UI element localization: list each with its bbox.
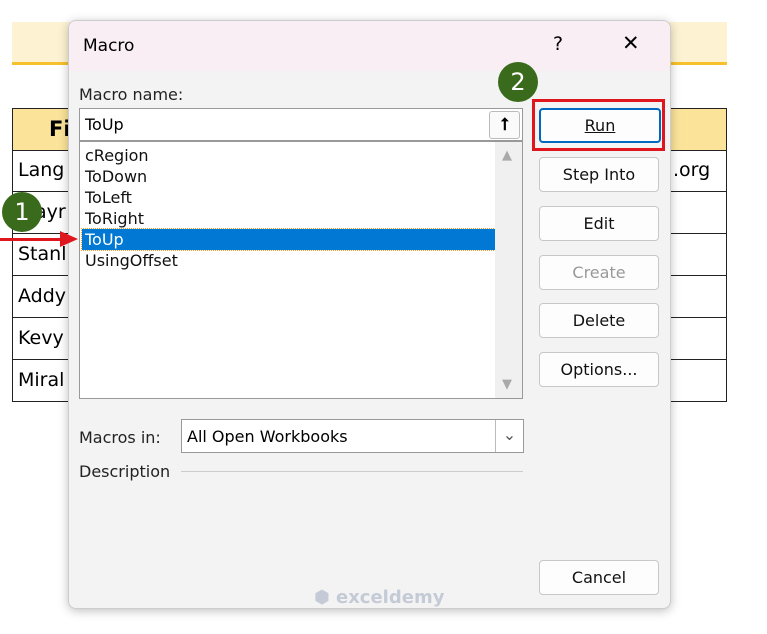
collapse-arrow-up-icon[interactable]: ⭡: [489, 111, 520, 139]
cancel-button[interactable]: Cancel: [539, 560, 659, 595]
list-item[interactable]: ToRight: [82, 208, 495, 229]
create-button: Create: [539, 255, 659, 290]
macro-dialog: Macro ? ✕ Macro name: ToUp ⭡ cRegion ToD…: [68, 20, 671, 609]
scroll-up-icon[interactable]: ▲: [502, 148, 512, 163]
macro-name-value: ToUp: [85, 115, 124, 134]
list-item[interactable]: UsingOffset: [82, 250, 495, 271]
cell: Addy: [18, 285, 67, 307]
cell: Miral: [18, 369, 65, 391]
list-item[interactable]: cRegion: [82, 145, 495, 166]
watermark-logo: ⬢ exceldemy: [314, 587, 445, 608]
close-button[interactable]: ✕: [622, 31, 640, 55]
list-item[interactable]: ToLeft: [82, 187, 495, 208]
description-label: Description: [79, 462, 171, 481]
list-item[interactable]: ToDown: [82, 166, 495, 187]
macro-name-label: Macro name:: [79, 85, 184, 104]
macro-name-input[interactable]: ToUp ⭡: [79, 108, 523, 141]
list-item-selected[interactable]: ToUp: [81, 228, 496, 251]
dialog-title: Macro: [83, 36, 135, 56]
cell: .org: [673, 159, 711, 181]
step-badge-1: 1: [2, 192, 42, 232]
options-button[interactable]: Options...: [539, 352, 659, 387]
watermark-text: exceldemy: [335, 587, 445, 608]
run-button[interactable]: Run: [539, 108, 661, 143]
macros-in-label: Macros in:: [79, 428, 161, 447]
arrow-shaft: [0, 238, 62, 241]
run-label: Run: [584, 116, 616, 135]
cell: Kevy: [18, 327, 64, 349]
arrow-right-icon: [60, 231, 78, 247]
edit-button[interactable]: Edit: [539, 206, 659, 241]
macro-list[interactable]: cRegion ToDown ToLeft ToRight ToUp Using…: [79, 141, 523, 399]
step-into-button[interactable]: Step Into: [539, 157, 659, 192]
title-bar: Macro ? ✕: [69, 21, 670, 71]
step-badge-2: 2: [498, 62, 538, 102]
macros-in-value: All Open Workbooks: [187, 427, 348, 446]
divider: [181, 471, 523, 472]
macros-in-select[interactable]: All Open Workbooks ⌄: [181, 419, 524, 453]
chevron-down-icon[interactable]: ⌄: [495, 420, 523, 452]
scroll-down-icon[interactable]: ▼: [502, 377, 512, 392]
help-button[interactable]: ?: [553, 33, 563, 55]
delete-button[interactable]: Delete: [539, 303, 659, 338]
cell: Lang: [18, 159, 65, 181]
scrollbar[interactable]: ▲ ▼: [495, 142, 522, 398]
